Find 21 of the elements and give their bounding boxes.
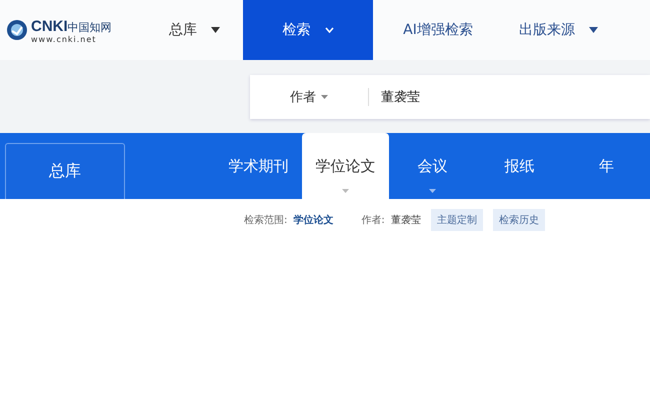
search-field[interactable]: 作者 董袭莹 [250, 74, 650, 118]
cnki-logo[interactable]: CNKI中国知网 www.cnki.net [0, 0, 146, 60]
filter-button[interactable]: 主题定制 [430, 209, 483, 231]
category-tab[interactable]: 年 [563, 133, 650, 199]
category-tab[interactable]: 学术期刊 [215, 133, 302, 199]
filter-button[interactable]: 检索历史 [492, 209, 545, 231]
nav-tab[interactable]: 总库 [146, 0, 243, 60]
scope-label: 检索范围: [244, 214, 288, 227]
nav-tab[interactable]: AI增强检索 [373, 0, 503, 60]
category-tab[interactable]: 报纸 [476, 133, 563, 199]
caret-icon [321, 94, 328, 99]
nav-tab[interactable]: 检索 [243, 0, 373, 60]
all-databases-button[interactable]: 总库 [5, 143, 125, 199]
nav-tab[interactable]: 出版来源 [503, 0, 614, 60]
author-label: 作者: [361, 214, 385, 227]
category-tab[interactable]: 会议 [389, 133, 476, 199]
globe-icon [6, 19, 28, 41]
author-value: 董袭莹 [390, 214, 421, 227]
scope-value: 学位论文 [293, 214, 334, 227]
field-dropdown[interactable]: 作者 [250, 88, 368, 106]
category-tab[interactable]: 学位论文 [302, 133, 389, 199]
